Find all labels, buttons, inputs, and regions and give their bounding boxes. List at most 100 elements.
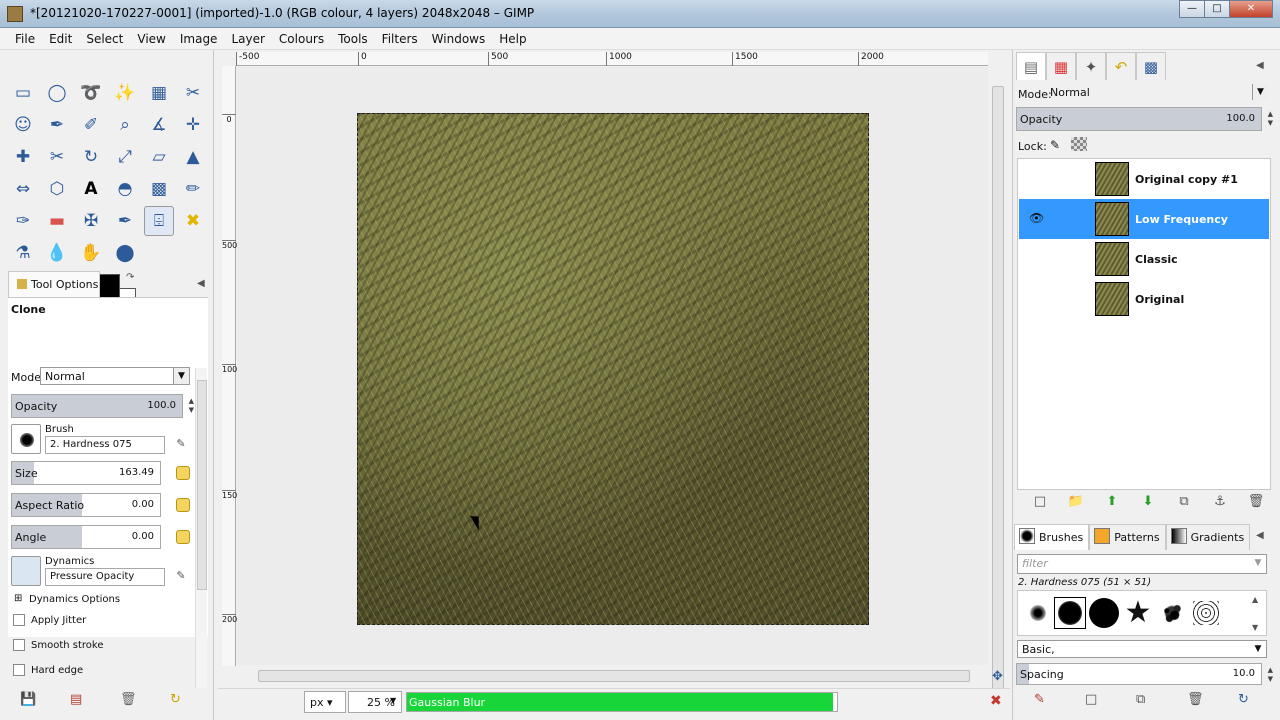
aspect-ratio-slider[interactable]: Aspect Ratio 0.00 <box>11 493 161 517</box>
tool-options-scroll-thumb[interactable] <box>197 380 207 590</box>
duplicate-layer-icon[interactable]: ⧉ <box>1166 494 1202 509</box>
vertical-scroll-thumb[interactable] <box>992 86 1004 696</box>
layer-row[interactable]: Original <box>1019 279 1269 319</box>
layer-row[interactable]: Classic <box>1019 239 1269 279</box>
dynamics-preview[interactable] <box>11 556 41 586</box>
lasso-icon[interactable]: ➰ <box>76 78 106 108</box>
spacing-spin-icon[interactable]: ▲ ▼ <box>1268 666 1273 684</box>
horizontal-scrollbar[interactable] <box>238 668 990 684</box>
brush-name-field[interactable]: 2. Hardness 075 <box>45 436 165 454</box>
brushes-tab[interactable]: Brushes <box>1014 524 1090 550</box>
shear-icon[interactable]: ▱ <box>144 142 174 172</box>
layer-mode-select[interactable]: Normal ▼ <box>1046 84 1268 102</box>
vertical-ruler[interactable]: 0 500 1000 1500 2000 <box>222 66 242 666</box>
foreground-select-icon[interactable]: ☺ <box>8 110 38 140</box>
menu-layer[interactable]: Layer <box>224 28 271 49</box>
vertical-scrollbar[interactable] <box>990 52 1006 696</box>
paintbrush-icon[interactable]: ✑ <box>8 206 38 236</box>
flip-icon[interactable]: ⇔ <box>8 174 38 204</box>
menu-select[interactable]: Select <box>79 28 130 49</box>
heal-icon[interactable]: ✖ <box>178 206 208 236</box>
dynamics-options-expander[interactable]: Dynamics Options <box>29 594 120 605</box>
dock-menu-icon[interactable]: ◀ <box>1256 60 1264 71</box>
delete-brush-icon[interactable]: 🗑 <box>1187 692 1238 707</box>
airbrush-icon[interactable]: ✠ <box>76 206 106 236</box>
smudge-icon[interactable]: ✋ <box>76 238 106 268</box>
brush-item[interactable] <box>1190 597 1222 629</box>
perspective-icon[interactable]: ▲ <box>178 142 208 172</box>
edit-brush-button-icon[interactable]: ✎ <box>1034 692 1085 707</box>
horizontal-scroll-thumb[interactable] <box>258 670 970 682</box>
clone-icon[interactable]: ⌹ <box>144 206 174 236</box>
smooth-stroke-checkbox[interactable] <box>13 639 25 651</box>
menu-image[interactable]: Image <box>173 28 225 49</box>
zoom-icon[interactable]: ⌕ <box>110 110 140 140</box>
paths-icon[interactable]: ✒ <box>42 110 72 140</box>
align-icon[interactable]: ✚ <box>8 142 38 172</box>
new-layer-group-icon[interactable]: 📁 <box>1058 494 1094 509</box>
navigate-icon[interactable]: ✥ <box>992 669 1003 684</box>
brush-item[interactable] <box>1022 597 1054 629</box>
horizontal-ruler[interactable]: -500 0 500 1000 1500 2000 <box>236 52 988 66</box>
tool-options-tab[interactable]: Tool Options <box>8 271 100 297</box>
lock-alpha-icon[interactable] <box>1071 137 1087 151</box>
layers-tab-icon[interactable]: ▤ <box>1016 52 1046 80</box>
brush-spacing-slider[interactable]: Spacing 10.0 ▲ ▼ <box>1016 663 1273 685</box>
refresh-brushes-icon[interactable]: ↻ <box>1238 692 1278 707</box>
raise-layer-icon[interactable]: ⬆ <box>1094 494 1130 509</box>
perspective-clone-icon[interactable]: ⚗ <box>8 238 38 268</box>
layer-opacity-spin-icon[interactable]: ▲ ▼ <box>1268 110 1273 128</box>
expand-icon[interactable]: ⊞ <box>14 593 22 604</box>
text-icon[interactable]: A <box>76 174 106 204</box>
layer-opacity-slider[interactable]: Opacity 100.0 ▲ ▼ <box>1016 107 1273 131</box>
brush-item[interactable] <box>1156 597 1188 629</box>
close-button[interactable]: ✕ <box>1229 0 1273 18</box>
rect-select-icon[interactable]: ▭ <box>8 78 38 108</box>
brush-grid-scroll-icon[interactable]: ▲ ▼ <box>1252 593 1258 635</box>
restore-options-icon[interactable]: ▤ <box>70 692 120 707</box>
menu-file[interactable]: File <box>8 28 42 49</box>
gradients-tab[interactable]: Gradients <box>1165 524 1251 550</box>
edit-dynamics-icon[interactable]: ✎ <box>173 569 189 585</box>
menu-filters[interactable]: Filters <box>375 28 425 49</box>
minimize-button[interactable]: — <box>1179 0 1205 18</box>
menu-windows[interactable]: Windows <box>425 28 493 49</box>
crop-icon[interactable]: ✂ <box>42 142 72 172</box>
fuzzy-select-icon[interactable]: ✨ <box>110 78 140 108</box>
images-tab-icon[interactable]: ▩ <box>1136 52 1166 80</box>
reset-options-icon[interactable]: ↻ <box>170 692 220 707</box>
brush-filter-input[interactable]: filter ▼ <box>1017 554 1267 574</box>
dynamics-field[interactable]: Pressure Opacity <box>45 568 165 586</box>
brush-item-selected[interactable] <box>1054 597 1086 629</box>
channels-tab-icon[interactable]: ▦ <box>1046 52 1076 80</box>
mode-select[interactable]: Normal ▼ <box>40 367 190 385</box>
cancel-operation-icon[interactable]: ✖ <box>990 693 1002 709</box>
save-options-icon[interactable]: 💾 <box>20 692 70 707</box>
image-canvas[interactable] <box>357 113 869 625</box>
brush-item[interactable] <box>1088 597 1120 629</box>
lower-layer-icon[interactable]: ⬇ <box>1130 494 1166 509</box>
menu-help[interactable]: Help <box>492 28 533 49</box>
swap-colors-icon[interactable]: ↷ <box>126 272 134 283</box>
eraser-icon[interactable]: ▬ <box>42 206 72 236</box>
select-by-color-icon[interactable]: ▦ <box>144 78 174 108</box>
reset-angle-icon[interactable] <box>176 530 190 544</box>
paths-tab-icon[interactable]: ✦ <box>1076 52 1106 80</box>
layer-row[interactable]: Original copy #1 <box>1019 159 1269 199</box>
undo-history-tab-icon[interactable]: ↶ <box>1106 52 1136 80</box>
duplicate-brush-icon[interactable]: ⧉ <box>1136 692 1187 707</box>
brush-tag-input[interactable]: Basic, ▼ <box>1017 640 1267 658</box>
bucket-fill-icon[interactable]: ◓ <box>110 174 140 204</box>
unit-select[interactable]: px ▾ <box>304 691 346 713</box>
move-icon[interactable]: ✛ <box>178 110 208 140</box>
panel-menu-icon[interactable]: ◀ <box>197 278 205 289</box>
blur-icon[interactable]: 💧 <box>42 238 72 268</box>
delete-layer-icon[interactable]: 🗑 <box>1238 494 1274 509</box>
color-picker-icon[interactable]: ✐ <box>76 110 106 140</box>
brush-preview[interactable] <box>11 424 41 454</box>
size-slider[interactable]: Size 163.49 <box>11 461 161 485</box>
scissors-icon[interactable]: ✂ <box>178 78 208 108</box>
pencil-icon[interactable]: ✏ <box>178 174 208 204</box>
blend-icon[interactable]: ▩ <box>144 174 174 204</box>
menu-view[interactable]: View <box>130 28 172 49</box>
